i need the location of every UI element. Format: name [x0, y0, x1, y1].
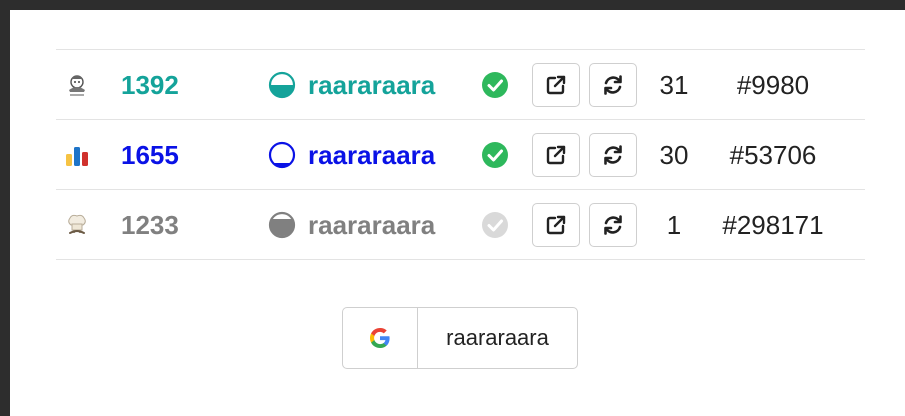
external-link-icon [546, 75, 566, 95]
accounts-table: 1392 raararaara 31 #9980 1655 raararaara… [56, 49, 865, 260]
chef-hat-icon [68, 214, 86, 234]
open-profile-button[interactable] [532, 203, 580, 247]
solved-count: 1 [666, 210, 682, 240]
refresh-button[interactable] [589, 133, 637, 177]
rating-value: 1392 [121, 70, 179, 100]
refresh-icon [604, 215, 622, 235]
solved-count: 30 [659, 140, 689, 170]
nearly-empty-circle-icon [268, 141, 296, 169]
google-icon-cell [343, 308, 418, 368]
google-icon [370, 328, 390, 348]
open-profile-button[interactable] [532, 63, 580, 107]
refresh-icon [604, 145, 622, 165]
rank-link[interactable]: #9980 [702, 70, 844, 100]
refresh-button[interactable] [589, 63, 637, 107]
check-circle-icon [482, 142, 508, 168]
external-link-icon [546, 215, 566, 235]
chef-logo-icon [69, 75, 85, 96]
rating-value: 1655 [121, 140, 179, 170]
table-row: 1655 raararaara 30 #53706 [56, 119, 865, 189]
half-filled-circle-icon [268, 71, 296, 99]
handle-link[interactable]: raararaara [308, 70, 435, 100]
table-row: 1392 raararaara 31 #9980 [56, 49, 865, 119]
rank-link[interactable]: #53706 [702, 140, 844, 170]
external-link-icon [546, 145, 566, 165]
check-circle-icon [482, 212, 508, 238]
google-account-button[interactable]: raararaara [342, 307, 578, 369]
google-account-label: raararaara [446, 325, 549, 350]
open-profile-button[interactable] [532, 133, 580, 177]
content-panel: 1392 raararaara 31 #9980 1655 raararaara… [10, 10, 905, 416]
handle-link[interactable]: raararaara [308, 210, 435, 240]
handle-link[interactable]: raararaara [308, 140, 435, 170]
bar-chart-icon [66, 147, 88, 166]
table-row: 1233 raararaara 1 #298171 [56, 189, 865, 260]
solved-count: 31 [659, 70, 689, 100]
check-circle-icon [482, 72, 508, 98]
rating-value: 1233 [121, 210, 179, 240]
refresh-icon [604, 75, 622, 95]
refresh-button[interactable] [589, 203, 637, 247]
rank-link[interactable]: #298171 [702, 210, 844, 240]
nearly-full-circle-icon [268, 211, 296, 239]
